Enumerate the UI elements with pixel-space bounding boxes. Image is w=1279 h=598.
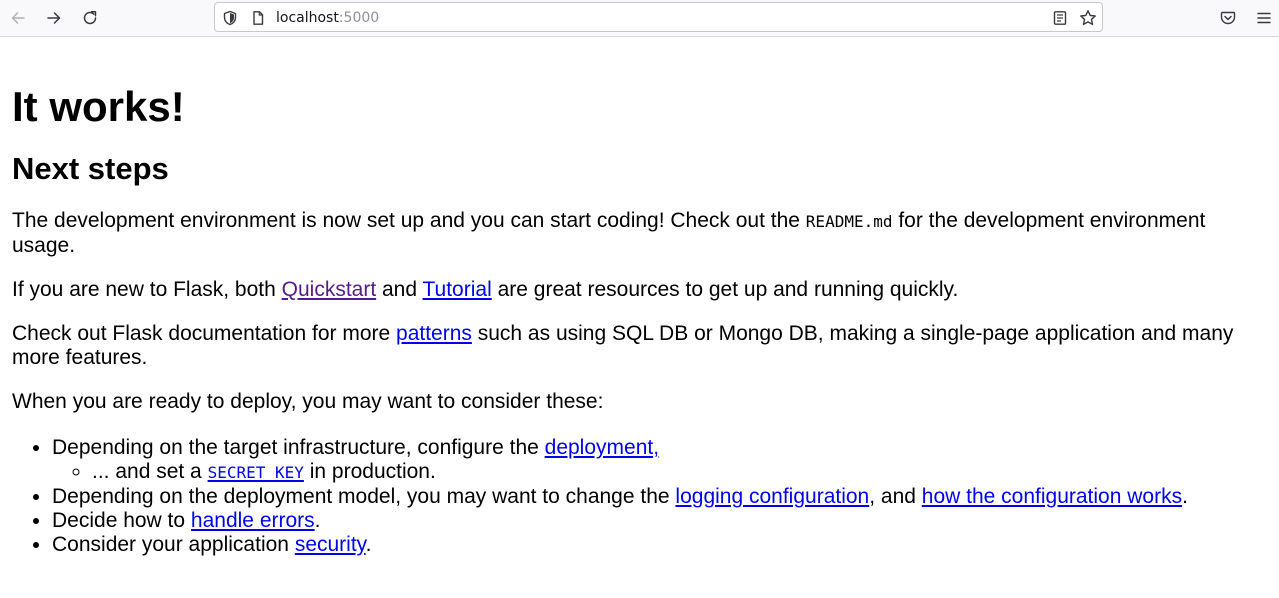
list-item: Decide how to handle errors. <box>52 509 1271 533</box>
back-arrow-icon[interactable] <box>6 6 30 30</box>
deployment-link[interactable]: deployment, <box>545 436 659 459</box>
logging-configuration-link[interactable]: logging configuration <box>675 485 869 508</box>
text: and <box>376 278 423 301</box>
sub-list: ... and set a SECRET_KEY in production. <box>52 460 1271 485</box>
quickstart-link[interactable]: Quickstart <box>282 278 377 301</box>
reader-view-icon[interactable] <box>1051 9 1069 27</box>
text: ... and set a <box>92 460 208 483</box>
text: are great resources to get up and runnin… <box>491 278 959 301</box>
browser-toolbar: localhost:5000 <box>0 0 1279 37</box>
text: Consider your application <box>52 533 295 556</box>
reload-icon[interactable] <box>78 6 102 30</box>
text: . <box>1182 485 1188 508</box>
handle-errors-link[interactable]: handle errors <box>191 509 315 532</box>
tutorial-link[interactable]: Tutorial <box>423 278 492 301</box>
list-item: ... and set a SECRET_KEY in production. <box>92 460 1271 485</box>
url-port: :5000 <box>338 10 380 26</box>
page-icon[interactable] <box>249 9 267 27</box>
star-icon[interactable] <box>1079 9 1097 27</box>
text: The development environment is now set u… <box>12 209 806 232</box>
text: If you are new to Flask, both <box>12 278 282 301</box>
text: in production. <box>303 460 436 483</box>
paragraph-resources: If you are new to Flask, both Quickstart… <box>12 278 1271 302</box>
page-title: It works! <box>12 83 185 130</box>
paragraph-deploy: When you are ready to deploy, you may wa… <box>12 390 604 413</box>
text: . <box>314 509 321 532</box>
readme-code: README.md <box>805 212 893 231</box>
page-subtitle: Next steps <box>12 151 169 186</box>
text: , and <box>869 485 922 508</box>
url-host: localhost <box>276 10 339 26</box>
shield-icon[interactable] <box>221 9 239 27</box>
security-link[interactable]: security <box>295 533 366 556</box>
pocket-icon[interactable] <box>1216 6 1240 30</box>
paragraph-intro: The development environment is now set u… <box>12 209 1271 258</box>
url-text[interactable]: localhost:5000 <box>276 10 379 26</box>
text: Check out Flask documentation for more <box>12 322 397 345</box>
page-content: It works! Next steps The development env… <box>12 37 1271 557</box>
url-bar[interactable]: localhost:5000 <box>214 2 1103 32</box>
secret-key-link[interactable]: SECRET_KEY <box>208 460 304 483</box>
hamburger-menu-icon[interactable] <box>1252 6 1276 30</box>
secret-key-code: SECRET_KEY <box>207 463 304 482</box>
text: Decide how to <box>52 509 191 532</box>
list-item: Consider your application security. <box>52 533 1271 557</box>
text: . <box>365 533 372 556</box>
deploy-checklist: Depending on the target infrastructure, … <box>12 436 1271 557</box>
list-item: Depending on the target infrastructure, … <box>52 436 1271 485</box>
forward-arrow-icon[interactable] <box>42 6 66 30</box>
configuration-link[interactable]: how the configuration works <box>922 485 1182 508</box>
paragraph-patterns: Check out Flask documentation for more p… <box>12 322 1271 370</box>
text: Depending on the target infrastructure, … <box>52 436 545 459</box>
patterns-link[interactable]: patterns <box>396 322 472 345</box>
text: Depending on the deployment model, you m… <box>52 485 676 508</box>
list-item: Depending on the deployment model, you m… <box>52 485 1271 509</box>
